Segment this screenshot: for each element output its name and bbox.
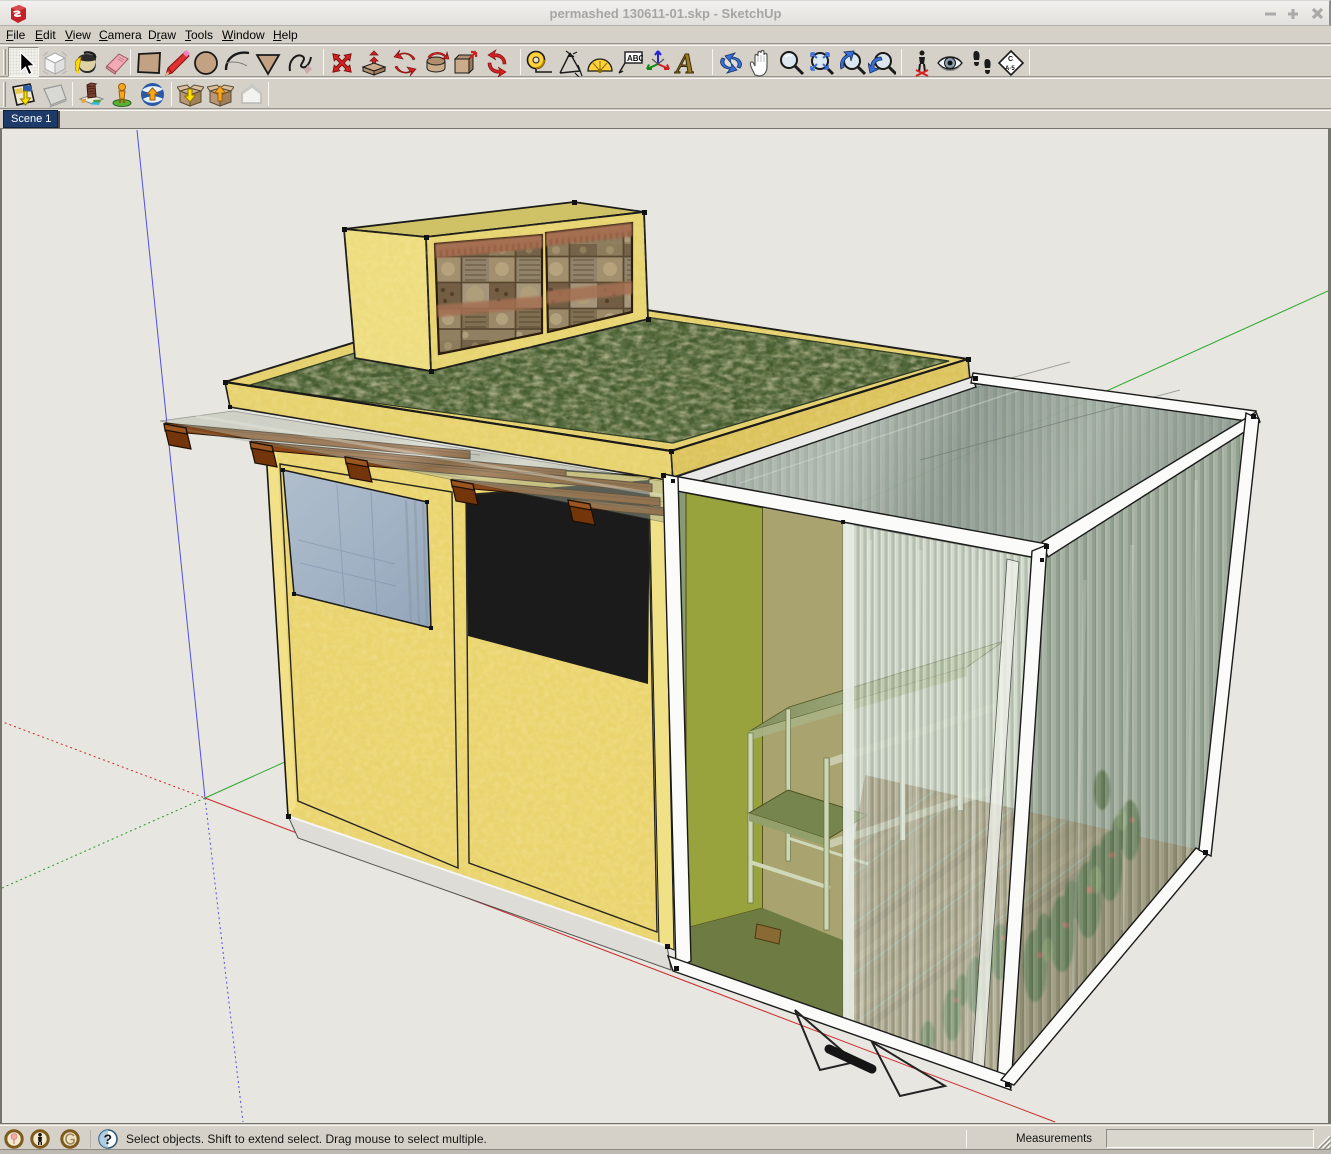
svg-text:A·5: A·5 bbox=[1005, 66, 1015, 72]
svg-text:?: ? bbox=[104, 1131, 113, 1147]
svg-text:A: A bbox=[674, 49, 695, 77]
svg-text:ABC: ABC bbox=[627, 54, 643, 63]
svg-text:C: C bbox=[1008, 56, 1013, 63]
